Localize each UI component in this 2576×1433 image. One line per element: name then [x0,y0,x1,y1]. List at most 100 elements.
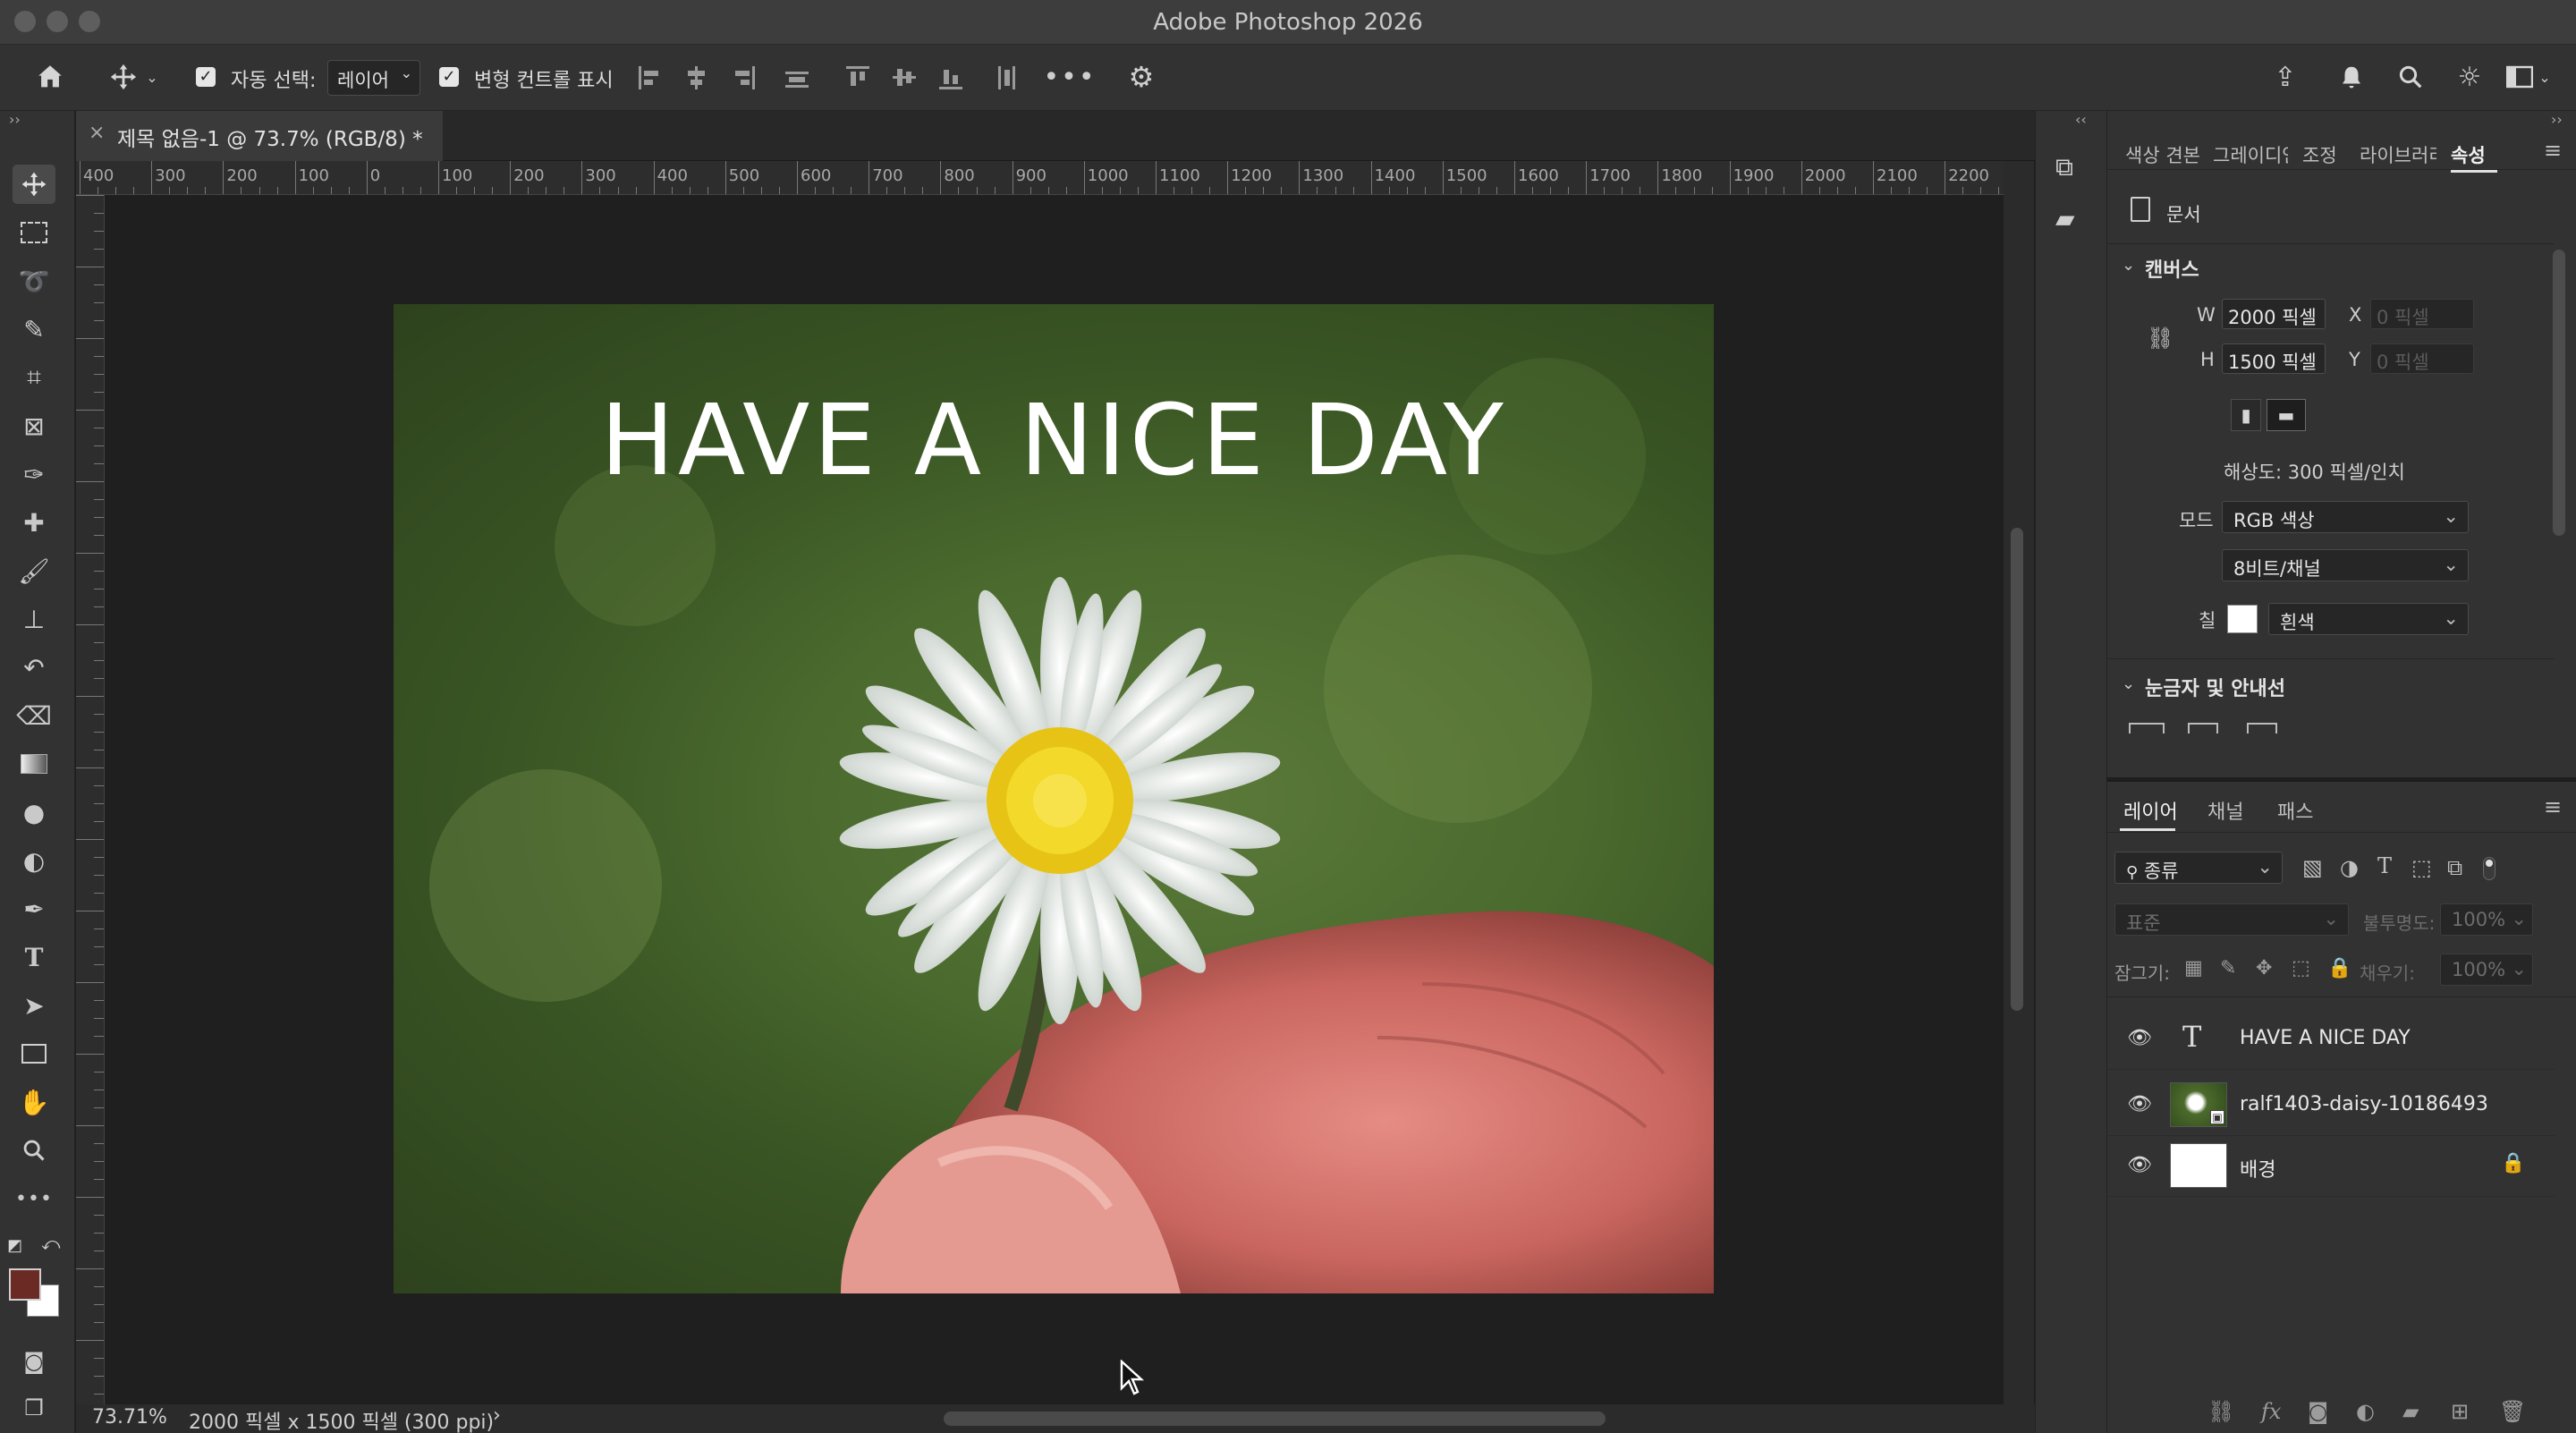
layers-menu-icon[interactable]: ≡ [2544,794,2562,819]
properties-scrollbar[interactable] [2553,250,2565,536]
landscape-orientation-icon[interactable]: ▬ [2267,399,2306,431]
grid-icon[interactable] [2188,723,2218,733]
home-button[interactable] [30,59,70,95]
fx-icon[interactable]: fx [2261,1399,2281,1424]
canvas-section-heading[interactable]: 캔버스 [2145,254,2199,283]
rulers-guides-heading[interactable]: 눈금자 및 안내선 [2145,673,2285,701]
filter-pixel-icon[interactable]: ▧ [2302,855,2323,880]
gear-icon[interactable]: ⚙ [1123,59,1159,95]
horizontal-scroll-thumb[interactable] [944,1412,1606,1426]
lock-artboard-icon[interactable]: ⬚ [2292,957,2310,979]
brush-tool[interactable]: 🖌 [13,551,55,590]
tab-swatches[interactable]: 색상 견본 [2125,141,2200,168]
screen-mode-icon[interactable]: ❐ [13,1388,55,1428]
filter-smart-object-icon[interactable]: ⧉ [2447,855,2462,880]
rectangle-tool[interactable] [13,1034,55,1073]
layer-row-background[interactable]: 👁 배경 🔒 [2107,1136,2555,1197]
vertical-scroll-thumb[interactable] [2011,528,2023,1011]
show-transform-checkbox[interactable]: ✓ [439,67,459,87]
y-field[interactable]: 0 픽셀 [2370,343,2474,374]
opacity-field[interactable]: 100% ⌄ [2440,903,2533,936]
link-layers-icon[interactable]: ⛓ [2207,1399,2234,1424]
blend-mode-dropdown[interactable]: 표준 ⌄ [2114,903,2349,936]
width-field[interactable]: 2000 픽셀 [2222,299,2326,329]
hand-tool[interactable]: ✋ [13,1082,55,1122]
align-bottom-icon[interactable] [939,66,962,89]
fill-field[interactable]: 100% ⌄ [2440,954,2533,986]
add-mask-icon[interactable]: ◙ [2308,1399,2328,1424]
expand-tools-icon[interactable]: ›› [9,111,21,128]
x-field[interactable]: 0 픽셀 [2370,299,2474,329]
frame-tool[interactable]: ⊠ [13,406,55,445]
fill-dropdown[interactable]: 흰색 ⌄ [2268,603,2469,635]
color-mode-dropdown[interactable]: RGB 색상 ⌄ [2222,501,2469,533]
blur-tool[interactable]: ● [13,793,55,832]
tab-libraries[interactable]: 라이브러리 [2360,141,2436,168]
align-left-icon[interactable] [639,66,662,89]
new-layer-icon[interactable]: ⊞ [2451,1399,2469,1424]
edit-toolbar-icon[interactable]: ••• [13,1179,55,1218]
more-options-icon[interactable]: ••• [1043,59,1094,95]
foreground-color-swatch[interactable] [9,1268,41,1301]
ruler-icon[interactable] [2129,723,2165,733]
document-canvas[interactable]: HAVE A NICE DAY [394,304,1714,1293]
filter-shape-icon[interactable]: ⬚ [2411,855,2432,880]
align-h-center-icon[interactable] [685,66,708,89]
layer-filter-dropdown[interactable]: ⚲ 종류 ⌄ [2114,852,2283,884]
eraser-tool[interactable]: ⌫ [13,696,55,735]
link-proportions-icon[interactable]: ⛓ [2147,326,2174,351]
comments-icon[interactable]: ▰ [2055,204,2075,233]
align-top-icon[interactable] [846,66,869,89]
bell-icon[interactable] [2333,59,2370,95]
guides-icon[interactable] [2247,723,2277,733]
distribute-vertical-icon[interactable] [995,66,1018,89]
rulers-collapse-chevron-icon[interactable]: ⌄ [2122,674,2135,693]
marquee-tool[interactable] [13,213,55,252]
tab-gradients[interactable]: 그레이디언 [2213,141,2288,168]
new-group-icon[interactable]: ▰ [2402,1399,2419,1424]
tab-paths[interactable]: 패스 [2277,796,2313,825]
search-icon[interactable] [2392,59,2429,95]
move-tool[interactable] [13,165,55,204]
crop-tool[interactable]: ⌗ [13,358,55,397]
healing-brush-tool[interactable]: ✚ [13,503,55,542]
document-tab[interactable]: × 제목 없음-1 @ 73.7% (RGB/8) * [76,111,443,161]
lock-position-icon[interactable]: ✥ [2256,957,2272,979]
eyedropper-tool[interactable]: ✑ [13,454,55,494]
canvas-collapse-chevron-icon[interactable]: ⌄ [2122,256,2135,275]
workspace-icon[interactable]: ⌄ [2501,59,2556,95]
filter-toggle-icon[interactable] [2483,857,2496,880]
align-v-center-icon[interactable] [893,66,916,89]
type-tool[interactable]: T [13,937,55,977]
distribute-icon[interactable] [785,66,809,89]
layer-row-smart-object[interactable]: 👁 ▣ ralf1403-daisy-10186493 [2107,1075,2555,1136]
zoom-tool[interactable] [13,1131,55,1170]
swap-colors-icon[interactable]: ⤺ [41,1233,60,1254]
dodge-tool[interactable]: ◐ [13,841,55,880]
quick-mask-icon[interactable]: ◙ [13,1342,55,1381]
portrait-orientation-icon[interactable]: ▮ [2231,399,2261,431]
lasso-tool[interactable]: ➰ [13,261,55,301]
filter-adjustment-icon[interactable]: ◑ [2340,855,2359,880]
tab-channels[interactable]: 채널 [2207,796,2243,825]
lock-transparent-icon[interactable]: ▦ [2184,957,2203,979]
height-field[interactable]: 1500 픽셀 [2222,343,2326,374]
auto-select-checkbox[interactable]: ✓ [196,67,216,87]
zoom-level[interactable]: 73.71% [92,1406,167,1429]
vertical-ruler[interactable] [76,195,105,1404]
history-icon[interactable]: ⧉ [2055,152,2073,182]
lightbulb-icon[interactable]: ☼ [2451,59,2488,95]
visibility-eye-icon[interactable]: 👁 [2127,1093,2152,1116]
headline-text-layer[interactable]: HAVE A NICE DAY [394,383,1714,497]
default-colors-icon[interactable]: ◩ [7,1236,22,1255]
share-icon[interactable]: ⇪ [2267,59,2304,95]
pen-tool[interactable]: ✒ [13,889,55,928]
adjustment-layer-icon[interactable]: ◐ [2356,1399,2375,1424]
bit-depth-dropdown[interactable]: 8비트/채널 ⌄ [2222,549,2469,581]
lock-all-icon[interactable]: 🔒 [2327,957,2351,979]
horizontal-ruler[interactable]: 400 300 200 100 0 100 200 300 400 500 600 700 800 900… [76,161,2004,195]
tab-properties[interactable]: 속성 [2451,141,2486,168]
collapse-panel-icon[interactable]: ‹‹ [2075,111,2087,128]
layer-row-text[interactable]: 👁 T HAVE A NICE DAY [2107,1009,2555,1070]
tab-adjustments[interactable]: 조정 [2302,141,2337,168]
